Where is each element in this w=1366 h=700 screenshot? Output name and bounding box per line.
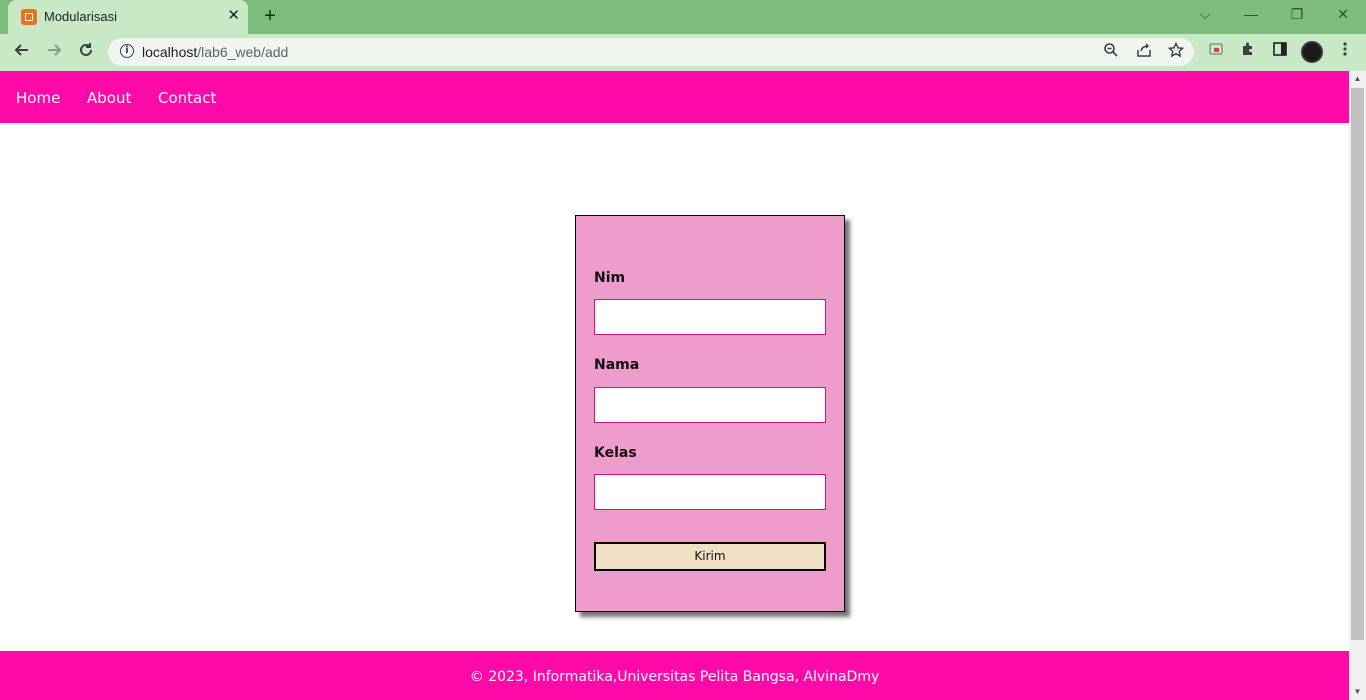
url-path: /lab6_web/add [197,44,289,60]
address-bar[interactable]: i localhost/lab6_web/add [108,38,1194,66]
scroll-down-arrow-icon[interactable]: ▼ [1349,684,1366,700]
xampp-favicon-icon [21,9,37,25]
kelas-input[interactable] [594,474,826,510]
nav-link-contact[interactable]: Contact [158,89,216,107]
site-navbar: Home About Contact [0,71,1349,123]
browser-tabstrip: Modularisasi ✕ + ⌵ — ❐ ✕ [0,0,1366,34]
kelas-label: Kelas [594,445,637,461]
footer-copyright: © 2023, Informatika,Universitas Pelita B… [469,669,880,685]
minimize-icon[interactable]: — [1241,6,1261,22]
side-panel-icon[interactable] [1269,41,1291,62]
back-icon[interactable] [10,41,34,65]
kirim-button[interactable]: Kirim [594,542,826,571]
profile-avatar[interactable] [1301,41,1323,63]
tab-search-icon[interactable]: ⌵ [1195,6,1215,23]
extensions-icon[interactable] [1237,41,1259,62]
tab-close-icon[interactable]: ✕ [227,7,240,25]
menu-kebab-icon[interactable] [1334,41,1356,62]
nama-label: Nama [594,357,640,373]
bookmark-star-icon[interactable] [1166,41,1186,63]
nama-input[interactable] [594,387,826,423]
site-info-icon[interactable]: i [120,44,134,58]
url-host: localhost [142,44,198,60]
scroll-thumb[interactable] [1351,88,1364,640]
site-footer: © 2023, Informatika,Universitas Pelita B… [0,651,1349,700]
nav-link-about[interactable]: About [87,89,131,107]
scroll-up-arrow-icon[interactable]: ▲ [1349,71,1366,87]
page-viewport: Home About Contact Nim Nama Kelas Kirim … [0,71,1349,700]
restore-icon[interactable]: ❐ [1287,6,1307,23]
nim-label: Nim [594,270,626,286]
zoom-icon[interactable] [1101,42,1121,63]
reload-icon[interactable] [74,41,98,65]
share-icon[interactable] [1134,42,1154,63]
forward-icon[interactable] [42,41,66,65]
new-tab-button[interactable]: + [259,5,281,27]
browser-tab[interactable]: Modularisasi ✕ [8,0,248,34]
nav-link-home[interactable]: Home [16,89,60,107]
tab-title: Modularisasi [44,9,117,24]
nim-input[interactable] [594,299,826,335]
page-scrollbar[interactable]: ▲ ▼ [1349,71,1366,700]
cast-icon[interactable] [1205,41,1227,62]
add-form: Nim Nama Kelas Kirim [575,215,845,612]
url-text: localhost/lab6_web/add [142,44,288,60]
browser-toolbar: i localhost/lab6_web/add [0,34,1366,71]
window-close-icon[interactable]: ✕ [1333,6,1353,23]
